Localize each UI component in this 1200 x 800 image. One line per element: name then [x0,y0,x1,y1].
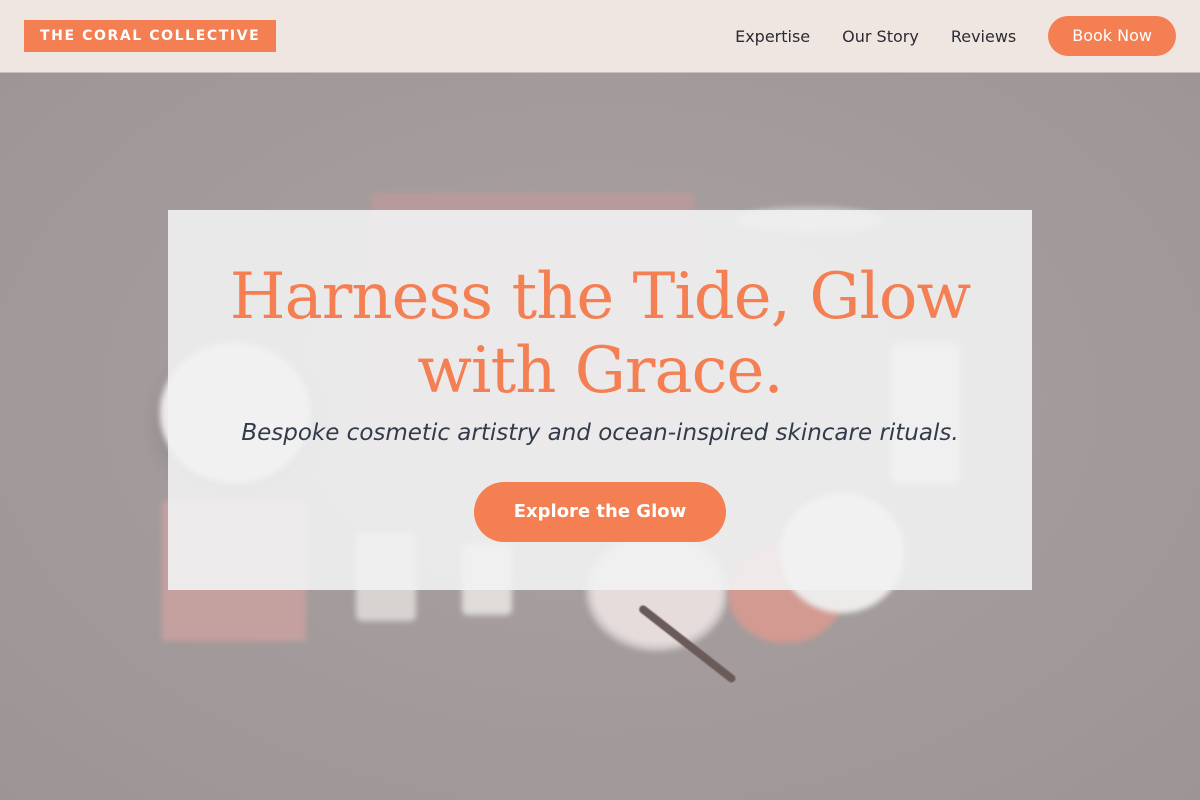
hero-title: Harness the Tide, Glow with Grace. [168,210,1032,408]
hero-subtitle: Bespoke cosmetic artistry and ocean-insp… [241,420,959,446]
explore-glow-button[interactable]: Explore the Glow [473,482,727,542]
brand-logo[interactable]: THE CORAL COLLECTIVE [24,20,277,52]
hero-title-line-2: with Grace. [417,334,783,408]
book-now-button[interactable]: Book Now [1048,16,1176,56]
hero-card: Harness the Tide, Glow with Grace. Bespo… [168,210,1032,590]
hero-title-line-1: Harness the Tide, Glow [229,260,971,334]
nav-link-expertise[interactable]: Expertise [735,27,810,46]
nav-link-reviews[interactable]: Reviews [951,27,1016,46]
main-nav: Expertise Our Story Reviews Book Now [735,16,1176,56]
nav-link-our-story[interactable]: Our Story [842,27,919,46]
site-header: THE CORAL COLLECTIVE Expertise Our Story… [0,0,1200,73]
landing-page: THE CORAL COLLECTIVE Expertise Our Story… [0,0,1200,800]
